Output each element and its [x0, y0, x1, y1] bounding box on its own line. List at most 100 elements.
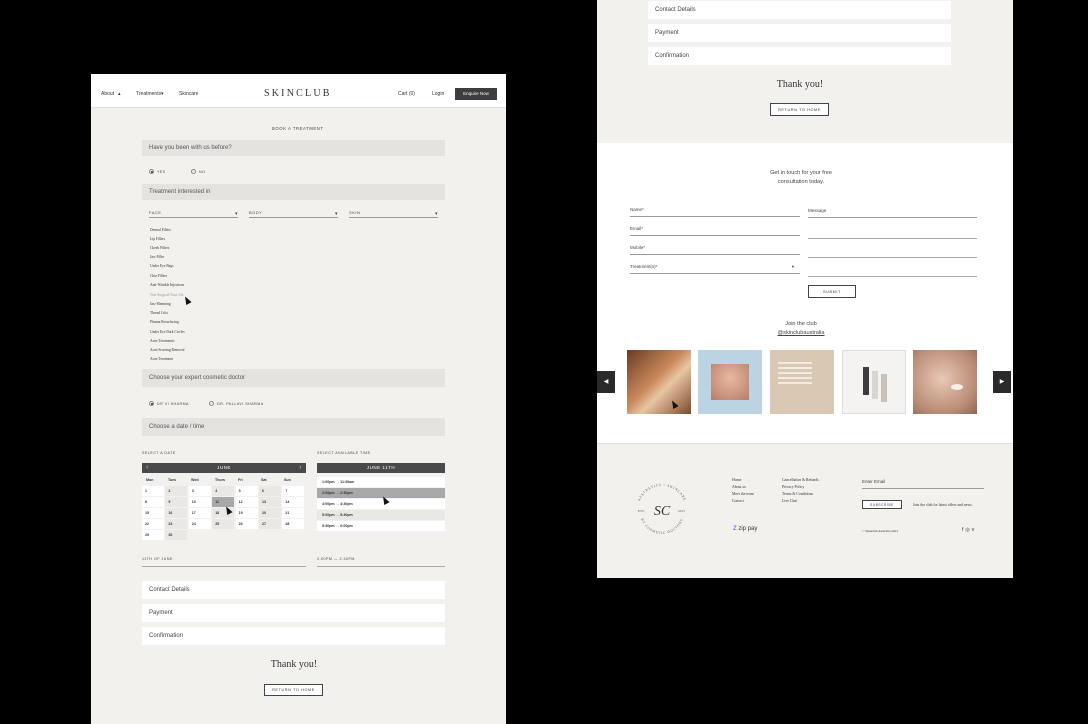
logo[interactable]: SKINCLUB — [264, 88, 332, 99]
chevron-down-icon: ▾ — [791, 264, 794, 269]
nav-skincare[interactable]: Skincare — [179, 91, 198, 97]
mobile-field[interactable]: Mobile* — [630, 245, 800, 255]
instagram-photo[interactable] — [842, 350, 906, 414]
step-payment[interactable]: Payment — [648, 24, 951, 42]
calendar-day[interactable]: 10 — [188, 497, 211, 507]
calendar-day[interactable]: 22 — [142, 519, 164, 529]
chevron-down-icon: ▾ — [334, 211, 338, 217]
name-field[interactable]: Name* — [630, 207, 800, 217]
vimeo-icon[interactable]: v — [972, 527, 977, 533]
footer-link-privacy[interactable]: Privacy Policy — [782, 485, 804, 489]
calendar-day[interactable]: 26 — [235, 519, 258, 529]
calendar-day[interactable]: 24 — [188, 519, 211, 529]
return-to-home-button[interactable]: RETURN TO HOME — [770, 103, 829, 116]
footer-link-refunds[interactable]: Cancellation & Refunds — [782, 478, 819, 482]
calendar-day[interactable]: 2 — [165, 486, 188, 496]
nav-treatments[interactable]: Treatments — [136, 91, 161, 97]
treatment-option[interactable]: Cheek Fillers — [150, 246, 169, 250]
treatment-option[interactable]: Under Eye Bags — [150, 264, 174, 268]
calendar-day[interactable]: 6 — [259, 486, 281, 496]
treatment-option[interactable]: Jaw Filler — [150, 255, 164, 259]
calendar-day[interactable]: 25 — [212, 519, 235, 529]
calendar-day[interactable]: 27 — [259, 519, 281, 529]
calendar-day[interactable]: 29 — [142, 530, 164, 540]
treatment-option[interactable]: Under Eye Dark Circles — [150, 330, 185, 334]
footer-link-chat[interactable]: Live Chat — [782, 499, 797, 503]
subscribe-button[interactable]: SUBSCRIBE — [862, 500, 902, 509]
radio-yes[interactable] — [149, 169, 154, 174]
nav-login[interactable]: Login — [432, 91, 444, 97]
footer-link-terms[interactable]: Terms & Conditions — [782, 492, 813, 496]
calendar-day[interactable]: 8 — [142, 497, 164, 507]
calendar-day[interactable]: 15 — [142, 508, 164, 518]
treatment-select-label: Treatment(s)* — [630, 264, 658, 269]
calendar-day[interactable]: 5 — [235, 486, 258, 496]
calendar-day[interactable]: 19 — [235, 508, 258, 518]
calendar-day[interactable]: 28 — [282, 519, 305, 529]
calendar-day-selected[interactable]: 11 — [212, 497, 235, 507]
treatment-select[interactable]: Treatment(s)* ▾ — [630, 264, 800, 274]
calendar-day[interactable]: 12 — [235, 497, 258, 507]
calendar-day[interactable]: 30 — [165, 530, 188, 540]
step-confirmation[interactable]: Confirmation — [142, 627, 445, 645]
nav-cart[interactable]: Cart (0) — [398, 91, 415, 97]
instagram-handle[interactable]: @skinclubaustralia — [751, 329, 851, 338]
email-field[interactable]: Email* — [630, 226, 800, 236]
body-dropdown[interactable]: BODY ▾ — [249, 210, 338, 218]
chevron-left-icon[interactable]: ‹ — [146, 463, 149, 473]
calendar-day[interactable]: 23 — [165, 519, 188, 529]
calendar-day[interactable]: 4 — [212, 486, 235, 496]
message-field[interactable]: Message — [808, 208, 977, 218]
treatment-option[interactable]: Dermal Fillers — [150, 228, 171, 232]
treatment-option[interactable]: Chin Fillers — [150, 274, 167, 278]
time-slot[interactable]: 5:30pm → 6:00pm — [317, 521, 445, 531]
calendar-day[interactable]: 7 — [282, 486, 305, 496]
footer-link-about[interactable]: About us — [732, 485, 746, 489]
step-payment[interactable]: Payment — [142, 604, 445, 622]
instagram-photo[interactable] — [770, 350, 834, 414]
instagram-photo[interactable] — [627, 350, 691, 414]
treatment-option[interactable]: Jaw Slimming — [150, 302, 171, 306]
calendar-day[interactable]: 20 — [259, 508, 281, 518]
calendar-day[interactable]: 14 — [282, 497, 305, 507]
step-confirmation[interactable]: Confirmation — [648, 47, 951, 65]
treatment-option[interactable]: Acne Treatments — [150, 339, 174, 343]
enquire-now-button[interactable]: Enquire Now — [455, 88, 497, 100]
radio-no[interactable] — [191, 169, 196, 174]
instagram-photo[interactable] — [698, 350, 762, 414]
calendar-day[interactable]: 1 — [142, 486, 164, 496]
chevron-left-icon[interactable]: ◀ — [597, 371, 615, 393]
calendar-day[interactable]: 17 — [188, 508, 211, 518]
treatment-option[interactable]: Acne Scarring Removal — [150, 348, 185, 352]
skin-dropdown-label: SKIN — [349, 210, 361, 215]
face-dropdown[interactable]: FACE ▾ — [149, 210, 238, 218]
treatment-option[interactable]: Acne Treatment — [150, 357, 173, 361]
treatment-option-hover[interactable]: Non-Surgical Nose Job — [150, 293, 183, 297]
calendar-day[interactable]: 13 — [259, 497, 281, 507]
treatment-option[interactable]: Thread Lifts — [150, 311, 168, 315]
submit-button[interactable]: SUBMIT — [808, 285, 856, 298]
treatment-option[interactable]: Lip Fillers — [150, 237, 165, 241]
calendar-day[interactable]: 9 — [165, 497, 188, 507]
footer-link-contact[interactable]: Contact — [732, 499, 744, 503]
calendar-day[interactable]: 21 — [282, 508, 305, 518]
footer-link-home[interactable]: Home — [732, 478, 741, 482]
calendar-day[interactable]: 16 — [165, 508, 188, 518]
treatment-option[interactable]: Plasma Resurfacing — [150, 320, 179, 324]
chevron-right-icon[interactable]: ▶ — [993, 371, 1011, 393]
radio-doctor-1[interactable] — [149, 401, 154, 406]
nav-about[interactable]: About — [101, 91, 114, 97]
chevron-right-icon[interactable]: › — [299, 463, 302, 473]
calendar-day[interactable]: 3 — [188, 486, 211, 496]
skin-dropdown[interactable]: SKIN ▾ — [349, 210, 438, 218]
radio-doctor-2[interactable] — [209, 401, 214, 406]
time-slot[interactable]: 1:00pm → 11:30am — [317, 477, 445, 487]
step-contact-details[interactable]: Contact Details — [142, 581, 445, 599]
instagram-photo[interactable] — [913, 350, 977, 414]
treatment-option[interactable]: Anti-Wrinkle Injections — [150, 283, 184, 287]
time-slot[interactable]: 5:00pm → 5:30pm — [317, 510, 445, 520]
footer-email-input[interactable]: Enter Email — [862, 479, 984, 489]
footer-link-team[interactable]: Meet the team — [732, 492, 754, 496]
return-to-home-button[interactable]: RETURN TO HOME — [264, 684, 323, 696]
step-contact-details[interactable]: Contact Details — [648, 1, 951, 19]
